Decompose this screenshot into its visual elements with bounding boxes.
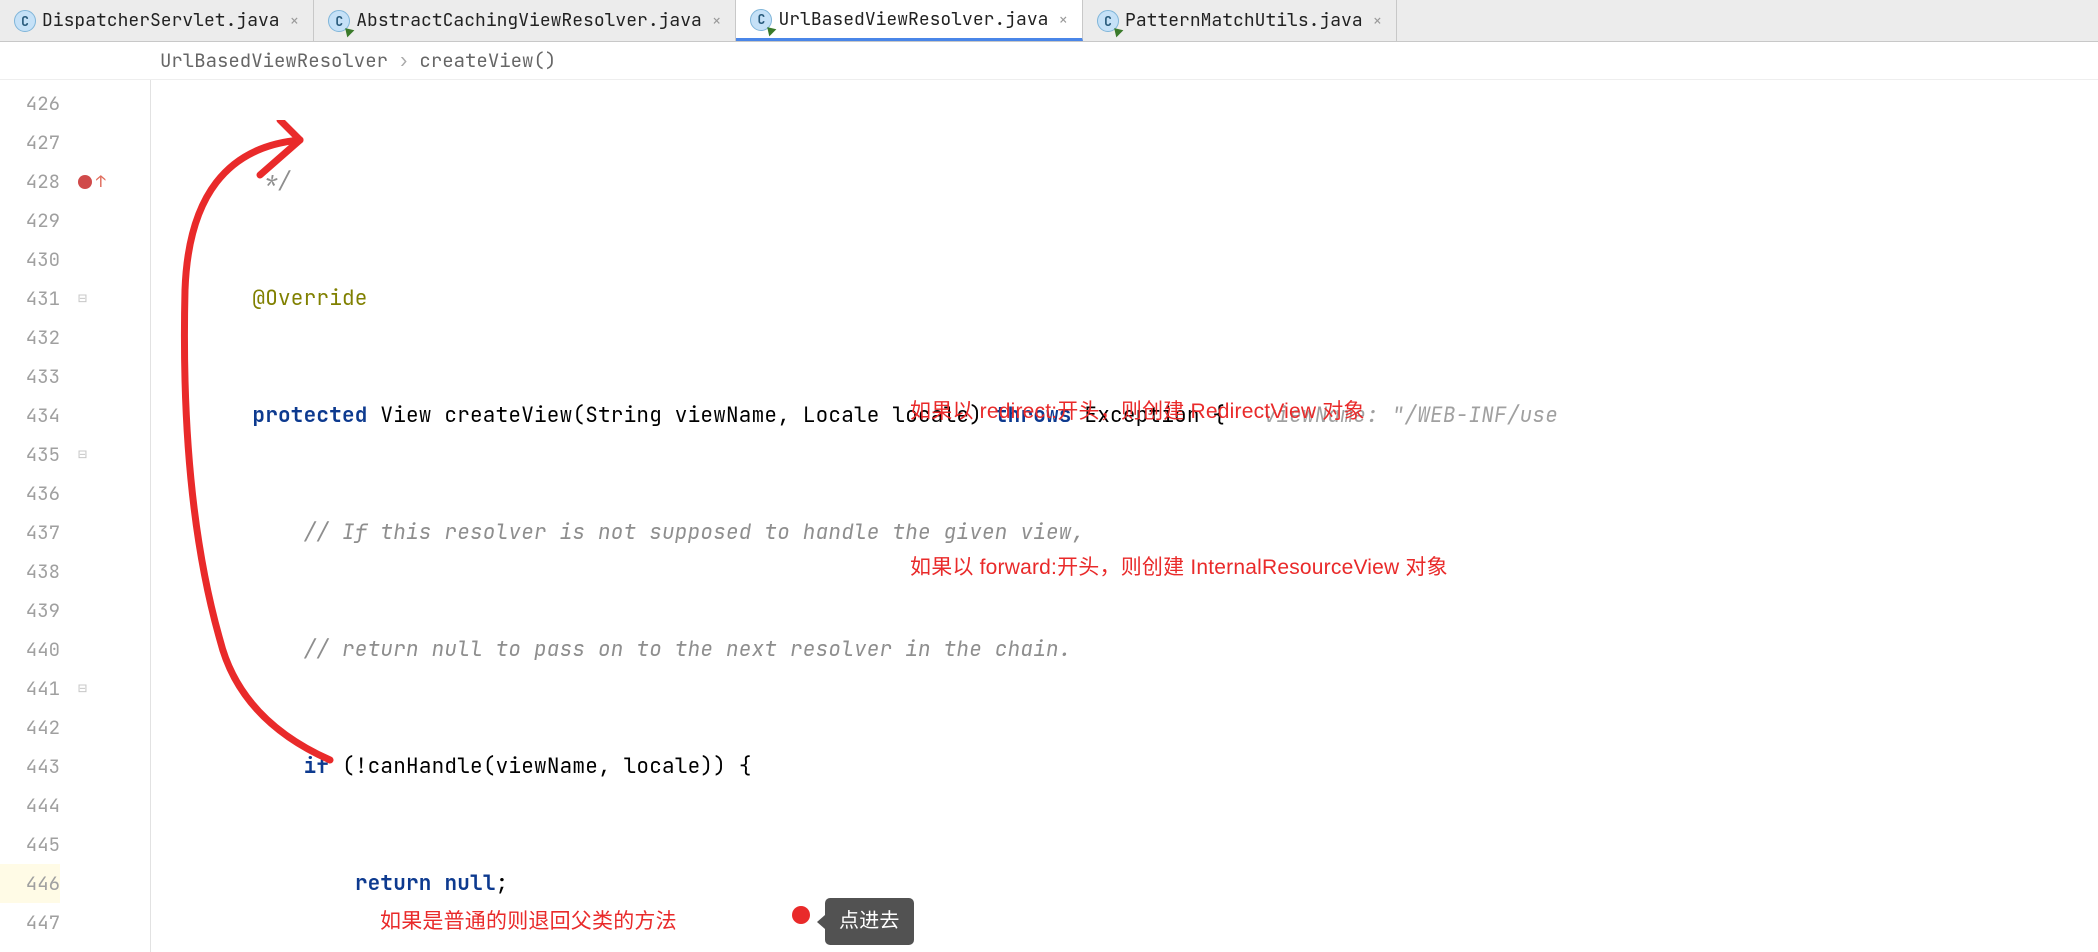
tab-pattern-match-utils[interactable]: C PatternMatchUtils.java × xyxy=(1083,0,1397,41)
tab-label: DispatcherServlet.java xyxy=(42,9,280,32)
fold-icon[interactable]: ⊟ xyxy=(78,435,87,474)
annotation-redirect: 如果以 redirect:开头，则创建 RedirectView 对象 xyxy=(910,392,1365,431)
code-line: return null; xyxy=(140,864,2098,903)
tab-label: AbstractCachingViewResolver.java xyxy=(356,9,702,32)
line-number-gutter: 426427428 429430431 432433434 435436437 … xyxy=(0,80,70,952)
close-icon[interactable]: × xyxy=(290,10,300,31)
breadcrumb-method[interactable]: createView() xyxy=(419,48,556,73)
code-line: if (!canHandle(viewName, locale)) { xyxy=(140,747,2098,786)
chevron-right-icon: › xyxy=(398,48,409,73)
annotation-dot xyxy=(792,906,810,924)
tab-label: PatternMatchUtils.java xyxy=(1125,9,1363,32)
gutter-marks: ↑ ⊟ ⊟ ⊟ xyxy=(70,80,140,952)
tab-label: UrlBasedViewResolver.java xyxy=(778,8,1048,31)
code-line: // If this resolver is not supposed to h… xyxy=(150,519,1084,546)
breadcrumb: UrlBasedViewResolver › createView() xyxy=(0,42,2098,80)
fold-icon[interactable]: ⊟ xyxy=(78,279,87,318)
editor-tabs: C DispatcherServlet.java × C AbstractCac… xyxy=(0,0,2098,42)
close-icon[interactable]: × xyxy=(1058,9,1068,30)
annotation-tooltip: 点进去 xyxy=(825,898,914,945)
tab-url-based-view-resolver[interactable]: C UrlBasedViewResolver.java × xyxy=(736,0,1083,41)
tab-abstract-caching-view-resolver[interactable]: C AbstractCachingViewResolver.java × xyxy=(314,0,736,41)
java-class-icon: C xyxy=(14,10,36,32)
annotation-fallback: 如果是普通的则退回父类的方法 xyxy=(380,902,677,941)
annotation-forward: 如果以 forward:开头，则创建 InternalResourceView … xyxy=(910,548,1448,587)
code-area[interactable]: */ @Override protected View createView(S… xyxy=(140,80,2098,952)
close-icon[interactable]: × xyxy=(1373,10,1383,31)
close-icon[interactable]: × xyxy=(712,10,722,31)
code-line: @Override xyxy=(252,285,367,312)
code-line: */ xyxy=(150,168,291,195)
breadcrumb-class[interactable]: UrlBasedViewResolver xyxy=(160,48,388,73)
code-line: // return null to pass on to the next re… xyxy=(150,636,1072,663)
tab-dispatcher-servlet[interactable]: C DispatcherServlet.java × xyxy=(0,0,314,41)
override-marker-icon[interactable] xyxy=(78,175,92,189)
fold-icon[interactable]: ⊟ xyxy=(78,669,87,708)
override-arrow-icon: ↑ xyxy=(96,162,106,201)
code-editor[interactable]: 426427428 429430431 432433434 435436437 … xyxy=(0,80,2098,952)
